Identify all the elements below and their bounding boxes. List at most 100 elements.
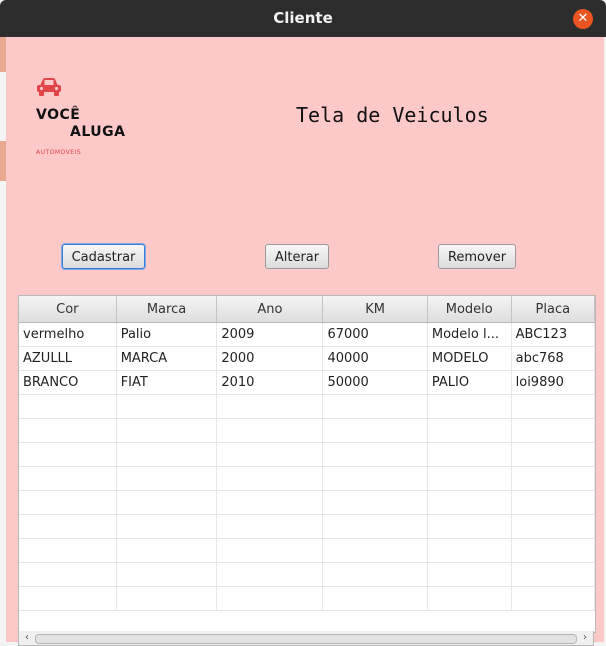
remover-button[interactable]: Remover bbox=[438, 244, 516, 269]
scrollbar-thumb[interactable] bbox=[35, 634, 577, 644]
table-cell[interactable] bbox=[427, 490, 512, 515]
table-cell[interactable] bbox=[511, 514, 595, 539]
column-header-modelo[interactable]: Modelo bbox=[427, 296, 512, 323]
table-cell[interactable] bbox=[511, 490, 595, 515]
table-cell[interactable]: abc768 bbox=[511, 346, 595, 371]
table-cell[interactable] bbox=[322, 490, 428, 515]
table-cell[interactable] bbox=[511, 418, 595, 443]
table-cell[interactable] bbox=[116, 490, 218, 515]
table-cell[interactable]: vermelho bbox=[19, 322, 117, 347]
table-cell[interactable] bbox=[19, 466, 117, 491]
table-cell[interactable] bbox=[322, 514, 428, 539]
empty-table-row[interactable] bbox=[19, 562, 595, 587]
table-cell[interactable]: AZULLL bbox=[19, 346, 117, 371]
table-cell[interactable]: PALIO bbox=[427, 370, 512, 395]
table-cell[interactable] bbox=[511, 466, 595, 491]
table-cell[interactable] bbox=[322, 418, 428, 443]
table-cell[interactable] bbox=[116, 586, 218, 611]
column-header-km[interactable]: KM bbox=[322, 296, 428, 323]
table-cell[interactable]: 2010 bbox=[216, 370, 324, 395]
table-cell[interactable]: loi9890 bbox=[511, 370, 595, 395]
table-cell[interactable]: 40000 bbox=[322, 346, 428, 371]
horizontal-scrollbar[interactable]: ‹ › bbox=[18, 631, 594, 646]
table-cell[interactable] bbox=[19, 490, 117, 515]
table-cell[interactable] bbox=[322, 538, 428, 563]
table-cell[interactable] bbox=[216, 586, 324, 611]
table-cell[interactable]: FIAT bbox=[116, 370, 218, 395]
empty-table-row[interactable] bbox=[19, 538, 595, 563]
table-cell[interactable] bbox=[19, 394, 117, 419]
table-cell[interactable]: MODELO bbox=[427, 346, 512, 371]
table-cell[interactable] bbox=[19, 442, 117, 467]
title-bar[interactable]: Cliente ✕ bbox=[0, 0, 606, 37]
table-cell[interactable]: Palio bbox=[116, 322, 218, 347]
table-cell[interactable] bbox=[511, 442, 595, 467]
table-cell[interactable] bbox=[19, 514, 117, 539]
table-cell[interactable]: ABC123 bbox=[511, 322, 595, 347]
table-cell[interactable] bbox=[427, 538, 512, 563]
table-cell[interactable] bbox=[216, 442, 324, 467]
empty-table-row[interactable] bbox=[19, 418, 595, 443]
empty-table-row[interactable] bbox=[19, 442, 595, 467]
empty-table-row[interactable] bbox=[19, 490, 595, 515]
table-cell[interactable] bbox=[511, 586, 595, 611]
table-cell[interactable] bbox=[427, 418, 512, 443]
table-cell[interactable] bbox=[116, 442, 218, 467]
table-cell[interactable] bbox=[19, 418, 117, 443]
table-cell[interactable]: Modelo l... bbox=[427, 322, 512, 347]
empty-table-row[interactable] bbox=[19, 394, 595, 419]
table-cell[interactable] bbox=[216, 418, 324, 443]
table-row[interactable]: AZULLL MARCA 2000 40000 MODELO abc768 bbox=[19, 346, 595, 371]
column-header-marca[interactable]: Marca bbox=[116, 296, 218, 323]
chevron-left-icon[interactable]: ‹ bbox=[20, 631, 34, 645]
table-cell[interactable] bbox=[427, 514, 512, 539]
table-cell[interactable] bbox=[322, 586, 428, 611]
table-cell[interactable] bbox=[216, 562, 324, 587]
table-cell[interactable] bbox=[216, 514, 324, 539]
table-cell[interactable] bbox=[116, 562, 218, 587]
table-cell[interactable] bbox=[511, 562, 595, 587]
table-cell[interactable]: 67000 bbox=[322, 322, 428, 347]
table-row[interactable]: BRANCO FIAT 2010 50000 PALIO loi9890 bbox=[19, 370, 595, 395]
table-cell[interactable] bbox=[427, 562, 512, 587]
column-header-cor[interactable]: Cor bbox=[19, 296, 117, 323]
table-cell[interactable]: 2000 bbox=[216, 346, 324, 371]
table-cell[interactable] bbox=[116, 418, 218, 443]
table-cell[interactable] bbox=[216, 490, 324, 515]
table-cell[interactable] bbox=[19, 538, 117, 563]
table-cell[interactable] bbox=[427, 442, 512, 467]
table-cell[interactable]: 50000 bbox=[322, 370, 428, 395]
table-cell[interactable] bbox=[116, 394, 218, 419]
table-cell[interactable] bbox=[116, 466, 218, 491]
alterar-button[interactable]: Alterar bbox=[265, 244, 329, 269]
table-cell[interactable] bbox=[511, 538, 595, 563]
table-cell[interactable] bbox=[116, 538, 218, 563]
table-cell[interactable] bbox=[427, 466, 512, 491]
table-cell[interactable] bbox=[216, 538, 324, 563]
table-cell[interactable] bbox=[511, 394, 595, 419]
cadastrar-button[interactable]: Cadastrar bbox=[62, 244, 145, 269]
chevron-right-icon[interactable]: › bbox=[578, 631, 592, 645]
column-header-placa[interactable]: Placa bbox=[511, 296, 595, 323]
empty-table-row[interactable] bbox=[19, 466, 595, 491]
column-header-ano[interactable]: Ano bbox=[216, 296, 324, 323]
table-row[interactable]: vermelho Palio 2009 67000 Modelo l... ABC123 bbox=[19, 322, 595, 347]
table-cell[interactable] bbox=[322, 442, 428, 467]
table-cell[interactable]: MARCA bbox=[116, 346, 218, 371]
table-cell[interactable] bbox=[216, 394, 324, 419]
table-cell[interactable] bbox=[116, 514, 218, 539]
empty-table-row[interactable] bbox=[19, 514, 595, 539]
table-cell[interactable]: 2009 bbox=[216, 322, 324, 347]
close-button[interactable]: ✕ bbox=[573, 9, 593, 29]
table-cell[interactable] bbox=[19, 562, 117, 587]
table-cell[interactable]: BRANCO bbox=[19, 370, 117, 395]
empty-table-row[interactable] bbox=[19, 586, 595, 611]
table-cell[interactable] bbox=[19, 586, 117, 611]
table-cell[interactable] bbox=[322, 466, 428, 491]
table-cell[interactable] bbox=[216, 466, 324, 491]
table-cell[interactable] bbox=[427, 586, 512, 611]
vehicles-table[interactable]: Cor Marca Ano KM Modelo Placa vermelho Palio 20… bbox=[18, 295, 596, 633]
table-cell[interactable] bbox=[322, 562, 428, 587]
table-cell[interactable] bbox=[427, 394, 512, 419]
table-cell[interactable] bbox=[322, 394, 428, 419]
